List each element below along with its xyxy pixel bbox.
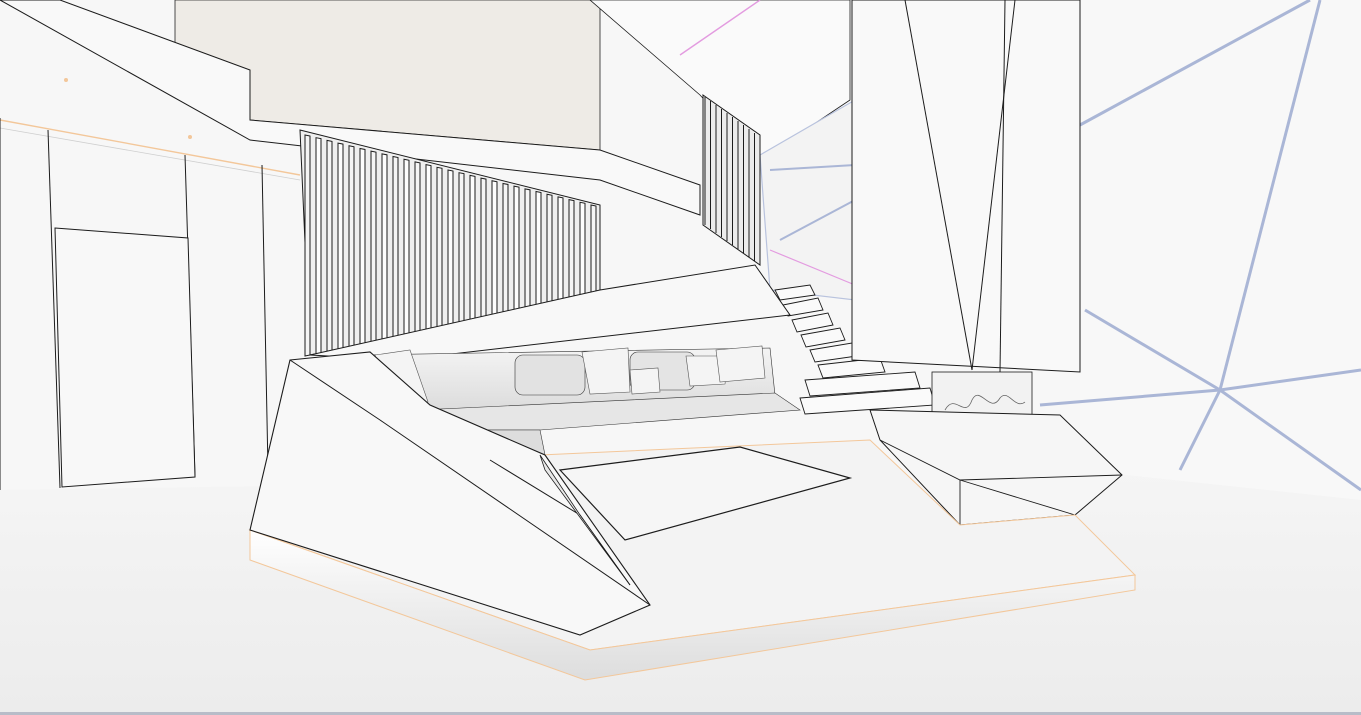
slat [557, 196, 564, 308]
slat [414, 161, 421, 336]
slat [348, 145, 355, 349]
slat [315, 137, 322, 355]
slat [458, 172, 465, 327]
slat [513, 185, 520, 317]
slat [359, 147, 366, 347]
slat [469, 174, 476, 325]
slat [370, 150, 377, 344]
slat [425, 164, 432, 334]
ceiling-light [64, 78, 68, 82]
slat [502, 182, 509, 319]
slat [535, 190, 542, 313]
viewport[interactable] [0, 0, 1361, 715]
slat [326, 139, 333, 353]
slat [579, 201, 586, 304]
slat [403, 158, 410, 338]
slat [524, 188, 531, 315]
slat [568, 199, 575, 306]
slat [480, 177, 487, 323]
slat [337, 142, 344, 351]
fireplace-hood [851, 0, 1081, 373]
right-wall [1080, 0, 1361, 500]
slat [590, 204, 597, 302]
slat [546, 193, 553, 311]
slat [304, 134, 311, 357]
slat [381, 153, 388, 342]
ceiling-light [188, 135, 192, 139]
slat [447, 169, 454, 330]
interior-scene [0, 0, 1361, 715]
slat [392, 155, 399, 340]
slat [491, 180, 498, 321]
slat [436, 166, 443, 332]
